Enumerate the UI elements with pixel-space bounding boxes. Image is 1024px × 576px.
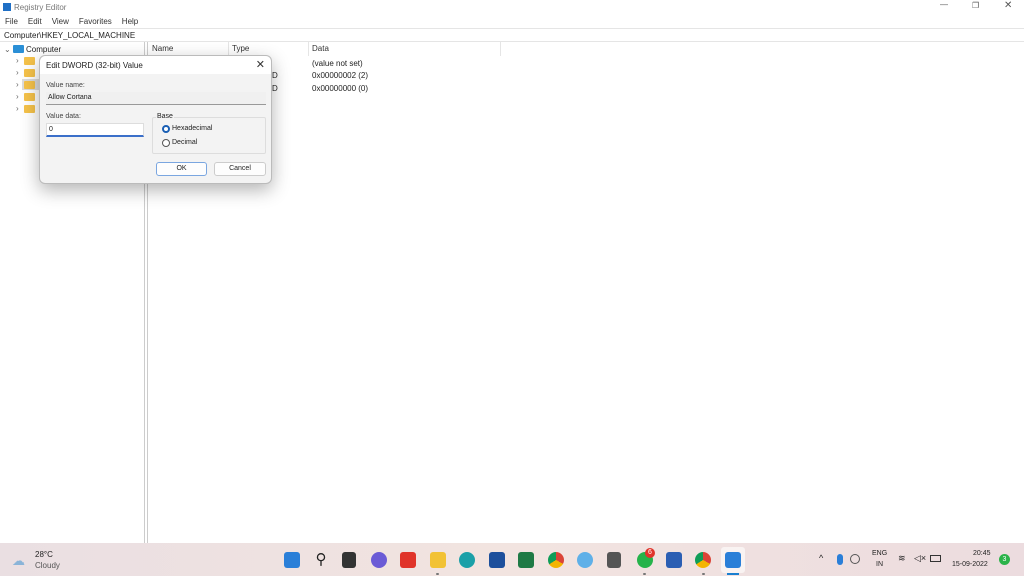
wifi-icon[interactable]: ≋ (898, 553, 906, 564)
decimal-label[interactable]: Decimal (172, 139, 197, 146)
file-explorer-icon[interactable] (430, 552, 446, 568)
active-indicator (727, 573, 739, 575)
value-name-label: Value name: (46, 82, 85, 89)
menu-favorites[interactable]: Favorites (74, 14, 117, 28)
antivirus-icon[interactable] (850, 554, 860, 564)
whatsapp-badge: 6 (645, 548, 655, 558)
folder-icon[interactable] (24, 105, 35, 113)
weather-condition[interactable]: Cloudy (35, 561, 60, 570)
teams-chat-icon[interactable] (371, 552, 387, 568)
column-data[interactable]: Data (312, 44, 329, 53)
column-name[interactable]: Name (152, 44, 173, 53)
running-indicator (436, 573, 439, 575)
speaker-muted-icon[interactable]: ◁× (914, 553, 926, 564)
values-list: Name Type Data (value not set) D 0x00000… (147, 42, 1024, 543)
window-title: Registry Editor (14, 3, 67, 12)
base-group (152, 117, 266, 154)
chevron-right-icon[interactable]: › (16, 92, 19, 101)
restore-button[interactable]: ❐ (972, 1, 979, 10)
clock-date[interactable]: 15-09-2022 (952, 561, 988, 568)
app-icon[interactable] (400, 552, 416, 568)
hexadecimal-label[interactable]: Hexadecimal (172, 125, 212, 132)
registry-icon (3, 3, 11, 11)
registry-editor-taskbar-icon[interactable] (725, 552, 741, 568)
value-data-input[interactable]: 0 (46, 123, 144, 137)
region-label[interactable]: IN (876, 561, 883, 568)
app-icon[interactable] (607, 552, 621, 568)
row-data[interactable]: 0x00000000 (0) (312, 84, 368, 93)
edit-dword-dialog: Edit DWORD (32-bit) Value ✕ Value name: … (39, 55, 272, 184)
chrome-profile-icon[interactable] (695, 552, 711, 568)
minimize-button[interactable]: — (940, 0, 948, 9)
menu-file[interactable]: File (0, 14, 23, 28)
close-button[interactable]: ✕ (1004, 0, 1012, 11)
address-bar[interactable]: Computer\HKEY_LOCAL_MACHINE (0, 28, 1024, 42)
language-label[interactable]: ENG (872, 550, 887, 557)
chevron-up-icon[interactable]: ^ (819, 553, 823, 563)
notification-badge[interactable]: 3 (999, 554, 1010, 565)
computer-icon (13, 45, 24, 53)
weather-temp[interactable]: 28°C (35, 550, 53, 559)
base-label: Base (156, 113, 174, 120)
store-icon[interactable] (489, 552, 505, 568)
row-data[interactable]: 0x00000002 (2) (312, 71, 368, 80)
chevron-down-icon[interactable]: ⌄ (4, 45, 11, 54)
start-icon[interactable] (284, 552, 300, 568)
folder-icon[interactable] (24, 69, 35, 77)
task-view-icon[interactable] (342, 552, 356, 568)
bluetooth-icon[interactable] (837, 554, 843, 565)
hexadecimal-radio[interactable] (162, 125, 170, 133)
ok-button[interactable]: OK (156, 162, 207, 176)
chevron-right-icon[interactable]: › (16, 104, 19, 113)
chevron-right-icon[interactable]: › (16, 68, 19, 77)
chevron-right-icon[interactable]: › (16, 56, 19, 65)
search-icon[interactable]: ⚲ (313, 552, 329, 568)
menu-edit[interactable]: Edit (23, 14, 47, 28)
tree-item-computer[interactable]: Computer (26, 45, 61, 54)
row-data[interactable]: (value not set) (312, 59, 363, 68)
value-name-field: Allow Cortana (46, 92, 266, 105)
taskbar: ☁ 28°C Cloudy ⚲ 6 ^ ENG IN ≋ ◁× 20:45 15… (0, 543, 1024, 576)
dialog-title: Edit DWORD (32-bit) Value ✕ (40, 56, 271, 74)
value-data-label: Value data: (46, 113, 81, 120)
word-icon[interactable] (666, 552, 682, 568)
edge-icon[interactable] (459, 552, 475, 568)
menu-view[interactable]: View (47, 14, 74, 28)
close-icon[interactable]: ✕ (256, 58, 265, 71)
menu-help[interactable]: Help (117, 14, 143, 28)
cancel-button[interactable]: Cancel (214, 162, 266, 176)
folder-icon[interactable] (24, 57, 35, 65)
excel-icon[interactable] (518, 552, 534, 568)
title-bar: Registry Editor — ❐ ✕ (0, 0, 1024, 14)
running-indicator (702, 573, 705, 575)
cloud-icon[interactable]: ☁ (12, 553, 25, 569)
decimal-radio[interactable] (162, 139, 170, 147)
battery-icon[interactable] (930, 555, 941, 562)
row-type: D (272, 71, 278, 80)
clock-time[interactable]: 20:45 (973, 550, 991, 557)
chrome-icon[interactable] (548, 552, 564, 568)
internet-explorer-icon[interactable] (577, 552, 593, 568)
column-type[interactable]: Type (232, 44, 249, 53)
folder-icon[interactable] (24, 93, 35, 101)
row-type: D (272, 84, 278, 93)
menu-bar: File Edit View Favorites Help (0, 14, 143, 28)
chevron-right-icon[interactable]: › (16, 80, 19, 89)
dialog-title-text: Edit DWORD (32-bit) Value (46, 61, 143, 70)
folder-icon[interactable] (24, 81, 35, 89)
running-indicator (643, 573, 646, 575)
